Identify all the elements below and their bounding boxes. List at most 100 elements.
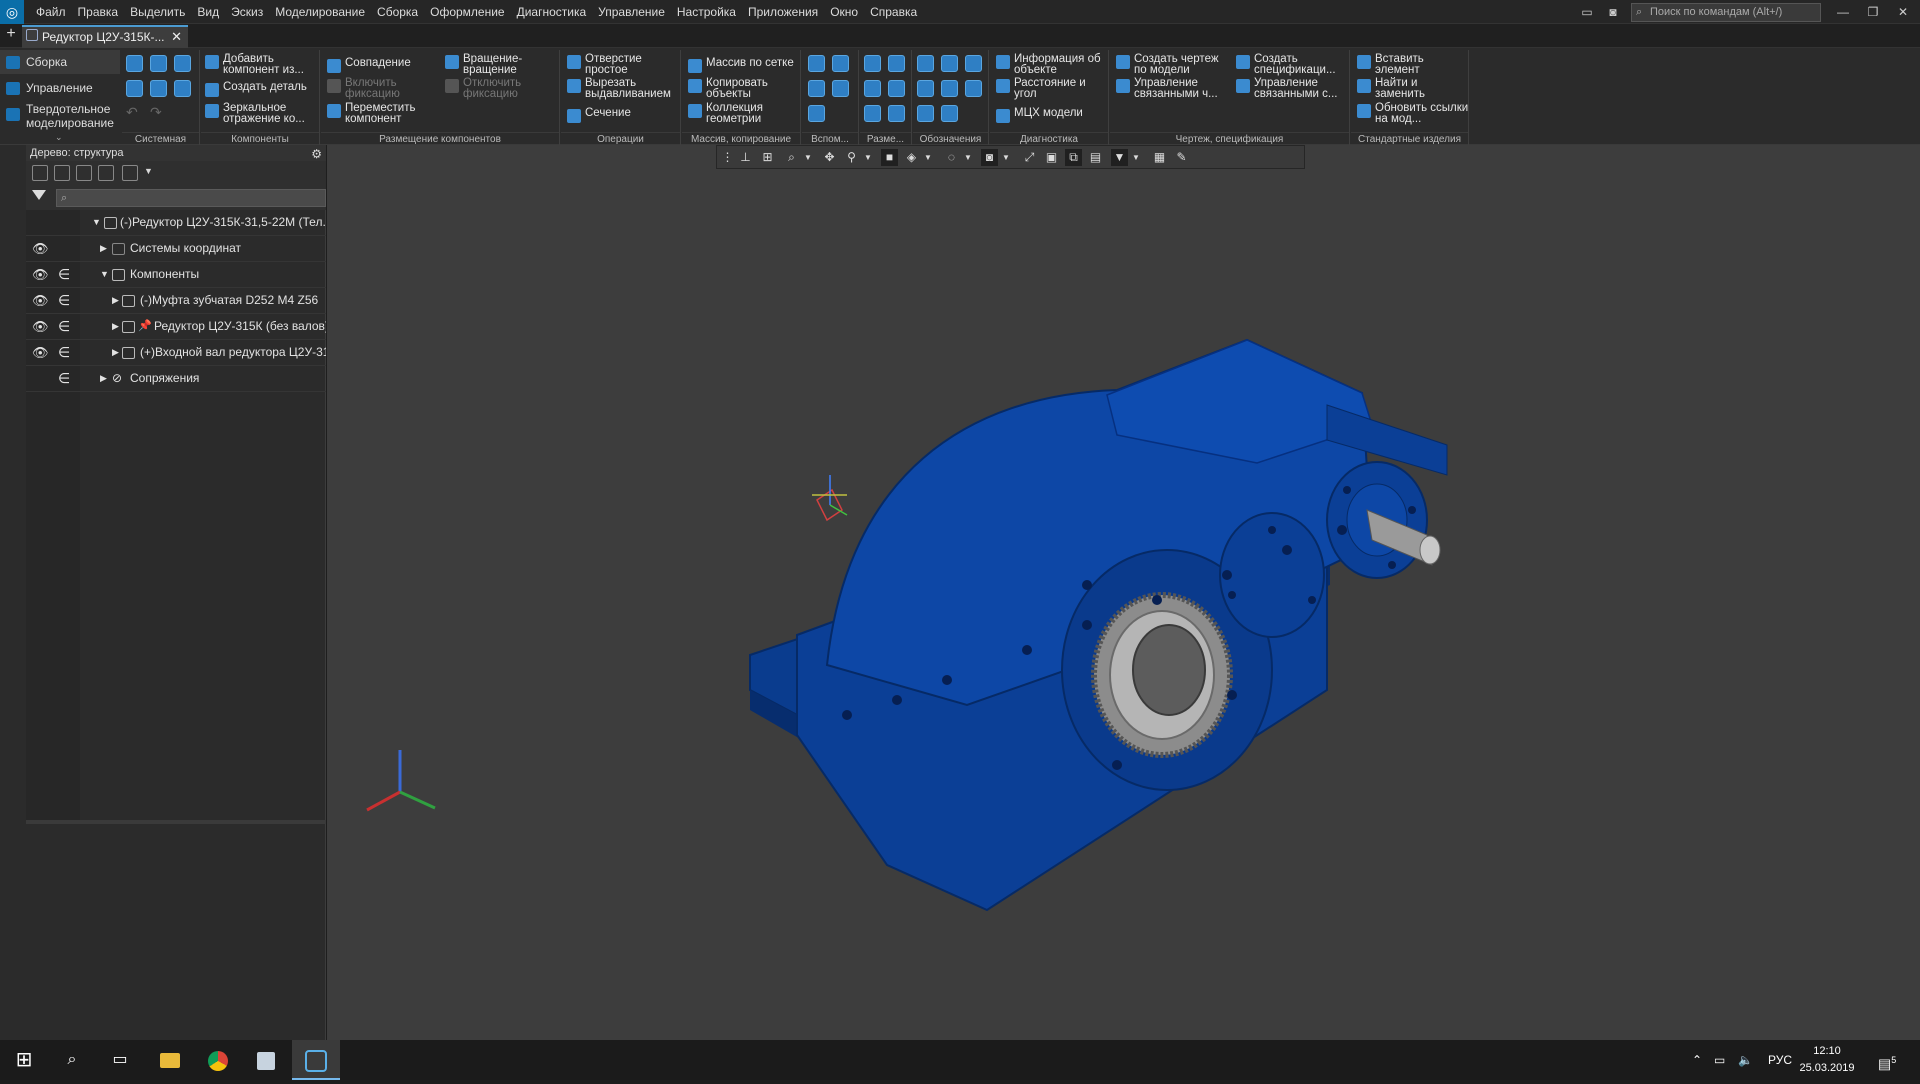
collapse-chevron-icon[interactable]: ⌄ [55,132,63,143]
create-spec-button[interactable]: Создать спецификаци... [1234,53,1350,76]
tree-view-icon[interactable] [122,165,138,181]
update-links-button[interactable]: Обновить ссылки на мод... [1355,102,1469,125]
ribbon-tab-manage[interactable]: Управление [0,76,120,100]
linear-dim-icon[interactable] [864,55,881,72]
ribbon-tab-assembly[interactable]: Сборка [0,50,120,74]
camera-icon[interactable]: ◙ [981,149,998,166]
manage-linked-drawings-button[interactable]: Управление связанными ч... [1114,77,1230,100]
task-view-icon[interactable]: ▭ [96,1040,144,1080]
shaded-icon[interactable]: ■ [881,149,898,166]
distance-angle-button[interactable]: Расстояние и угол [994,77,1094,100]
command-search-input[interactable]: ⌕ Поиск по командам (Alt+/) [1631,3,1821,22]
tree-row-component[interactable]: 👁 ∈ ▶ 📌 Редуктор Ц2У-315К (без валов) [26,314,326,340]
section-view-icon[interactable]: ⤢ [1021,149,1038,166]
create-part-button[interactable]: Создать деталь [203,81,307,97]
mark-icon[interactable] [965,80,982,97]
document-tab[interactable]: Редуктор Ц2У-315К-... ✕ [22,25,188,48]
roughness-icon[interactable] [965,55,982,72]
ribbon-tab-solid[interactable]: Твердотельное моделирование [0,102,120,130]
zoom-icon[interactable]: ⌕ [783,149,800,166]
menu-view[interactable]: Вид [191,0,225,24]
menu-modeling[interactable]: Моделирование [269,0,371,24]
include-icon[interactable]: ∈ [58,288,70,313]
menu-select[interactable]: Выделить [124,0,191,24]
cut-extrude-button[interactable]: Вырезать выдавливанием [565,77,681,100]
gear-icon[interactable]: ⚙ [311,146,322,162]
tree-row-component[interactable]: 👁 ∈ ▶ (-)Муфта зубчатая D252 M4 Z56 [26,288,326,314]
axis-icon[interactable] [832,55,849,72]
expand-arrow-icon[interactable]: ▶ [112,288,119,313]
grid-array-button[interactable]: Массив по сетке [686,57,794,73]
windows-start-icon[interactable]: ⊞ [0,1040,48,1080]
menu-help[interactable]: Справка [864,0,923,24]
zoom-fit-icon[interactable]: ⊞ [759,149,776,166]
menu-file[interactable]: Файл [30,0,72,24]
store-icon[interactable] [242,1040,290,1080]
move-component-button[interactable]: Переместить компонент [325,102,425,125]
auto-dim-icon[interactable] [888,105,905,122]
collapse-arrow-icon[interactable]: ▼ [100,262,109,287]
save-icon[interactable] [174,55,191,72]
filter-icon[interactable] [32,190,46,200]
expand-arrow-icon[interactable]: ▶ [100,236,107,261]
minimize-button[interactable]: — [1828,0,1858,24]
disable-fix-button[interactable]: Отключить фиксацию [443,77,543,100]
chevron-down-icon[interactable]: ▼ [1131,149,1141,166]
lcs-icon[interactable] [832,80,849,97]
tree-structure-icon[interactable] [32,165,48,181]
undo-icon[interactable]: ↶ [126,104,138,121]
include-icon[interactable]: ∈ [58,314,70,339]
find-replace-button[interactable]: Найти и заменить [1355,77,1445,100]
geometry-collection-button[interactable]: Коллекция геометрии [686,102,776,125]
panel-splitter[interactable] [26,820,326,824]
notifications-icon[interactable]: ▤5 [1878,1040,1896,1080]
open-icon[interactable] [150,55,167,72]
volume-icon[interactable]: 🔈 [1738,1040,1753,1080]
chevron-down-icon[interactable]: ▼ [144,166,153,176]
chevron-down-icon[interactable]: ▼ [803,149,813,166]
weld-icon[interactable] [941,80,958,97]
menu-settings[interactable]: Настройка [671,0,742,24]
menu-apps[interactable]: Приложения [742,0,824,24]
grid-icon[interactable]: ⋮ [719,149,736,166]
eye-icon[interactable]: 👁 [32,262,49,287]
hide-icon[interactable]: ◌ [943,149,960,166]
axes-icon[interactable]: ⊥ [737,149,754,166]
plane-icon[interactable] [808,55,825,72]
menu-window[interactable]: Окно [824,0,864,24]
object-info-button[interactable]: Информация об объекте [994,53,1110,76]
chevron-down-icon[interactable]: ▼ [863,149,873,166]
tray-chevron-icon[interactable]: ⌃ [1692,1040,1702,1080]
selection-icon[interactable]: ⧉ [1065,149,1082,166]
pick-icon[interactable]: ✎ [1173,149,1190,166]
diameter-dim-icon[interactable] [888,80,905,97]
angle-dim-icon[interactable] [864,80,881,97]
print-icon[interactable] [126,80,143,97]
leader-icon[interactable] [917,55,934,72]
tree-row-component[interactable]: 👁 ∈ ▶ (+)Входной вал редуктора Ц2У-31... [26,340,326,366]
include-icon[interactable]: ∈ [58,262,70,287]
base-icon[interactable] [941,55,958,72]
mirror-button[interactable]: Зеркальное отражение ко... [203,102,315,125]
chrome-icon[interactable] [194,1040,242,1080]
kompas-logo-icon[interactable]: ◎ [0,0,24,24]
filter-icon[interactable]: ▼ [1111,149,1128,166]
enable-fix-button[interactable]: Включить фиксацию [325,77,415,100]
chain-dim-icon[interactable] [864,105,881,122]
chevron-down-icon[interactable]: ▼ [923,149,933,166]
section-button[interactable]: Сечение [565,107,631,123]
new-document-button[interactable]: + [2,26,20,44]
properties-icon[interactable]: ▦ [1151,149,1168,166]
menu-edit[interactable]: Правка [72,0,125,24]
export-icon[interactable] [150,80,167,97]
language-indicator[interactable]: РУС [1768,1040,1792,1080]
orient-icon[interactable]: ⚲ [843,149,860,166]
display-mode-icon[interactable]: ◈ [903,149,920,166]
restore-button[interactable]: ❐ [1858,0,1888,24]
tree-search-input[interactable]: ⌕ [56,189,326,207]
layers-icon[interactable]: ▤ [1087,149,1104,166]
rotation-button[interactable]: Вращение-вращение [443,53,533,76]
3d-viewport[interactable] [327,145,1920,1040]
menu-assembly[interactable]: Сборка [371,0,424,24]
line-icon[interactable] [808,105,825,122]
